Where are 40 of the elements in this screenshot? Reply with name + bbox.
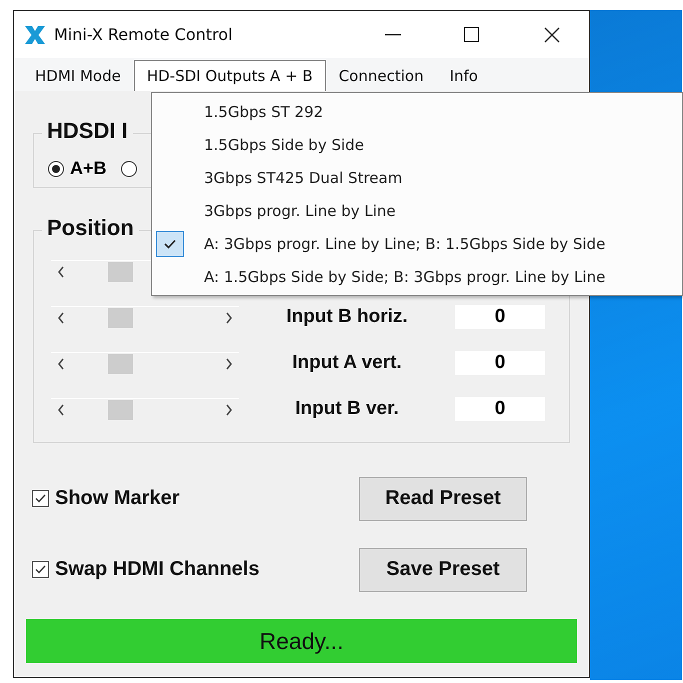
window-title: Mini-X Remote Control: [54, 25, 234, 44]
menu-option[interactable]: A: 3Gbps progr. Line by Line; B: 1.5Gbps Side by Side: [188, 234, 606, 252]
menu-item[interactable]: Connection: [326, 60, 437, 91]
menu-option[interactable]: 3Gbps ST425 Dual Stream: [188, 168, 402, 186]
scroll-thumb[interactable]: [108, 400, 132, 420]
radio-button[interactable]: [120, 160, 137, 176]
value-field[interactable]: 0: [455, 397, 545, 421]
check-icon: [35, 565, 46, 574]
check-icon: [35, 494, 46, 503]
position-label: Input B ver.: [294, 398, 400, 420]
scroll-thumb[interactable]: [108, 262, 132, 282]
menu-option[interactable]: 1.5Gbps Side by Side: [188, 136, 364, 154]
preset-button[interactable]: Save Preset: [359, 548, 527, 592]
menu-item[interactable]: HDMI Mode: [22, 60, 134, 91]
scroll-bar[interactable]: [51, 306, 239, 328]
checkbox-label: Show Marker: [55, 487, 180, 510]
checkbox[interactable]: [32, 490, 49, 507]
minimize-icon: [385, 34, 401, 36]
position-label: Input B horiz.: [285, 306, 409, 328]
radio-label: A+B: [70, 158, 107, 179]
scroll-bar[interactable]: [51, 398, 239, 420]
scroll-thumb[interactable]: [108, 308, 132, 328]
menu-option[interactable]: 1.5Gbps ST 292: [188, 102, 324, 120]
checkbox-label: Swap HDMI Channels: [55, 558, 260, 581]
menu-item[interactable]: Info: [436, 60, 491, 91]
x-logo-icon: [24, 24, 46, 44]
preset-button[interactable]: Read Preset: [359, 476, 527, 520]
menu-item[interactable]: HD-SDI Outputs A + B: [134, 60, 326, 91]
scroll-bar[interactable]: [51, 352, 239, 374]
scroll-thumb[interactable]: [108, 354, 132, 374]
maximize-icon: [464, 27, 478, 42]
radio-button[interactable]: [48, 160, 64, 176]
close-icon: [544, 26, 560, 42]
checkbox[interactable]: [32, 561, 49, 578]
value-field[interactable]: 0: [455, 305, 545, 329]
menu-option[interactable]: 3Gbps progr. Line by Line: [188, 202, 396, 220]
menu-option[interactable]: A: 1.5Gbps Side by Side; B: 3Gbps progr. Line by Line: [188, 268, 606, 286]
value-field[interactable]: 0: [455, 351, 545, 375]
status-bar: Ready...: [26, 619, 577, 663]
position-label: Input A vert.: [291, 352, 403, 374]
